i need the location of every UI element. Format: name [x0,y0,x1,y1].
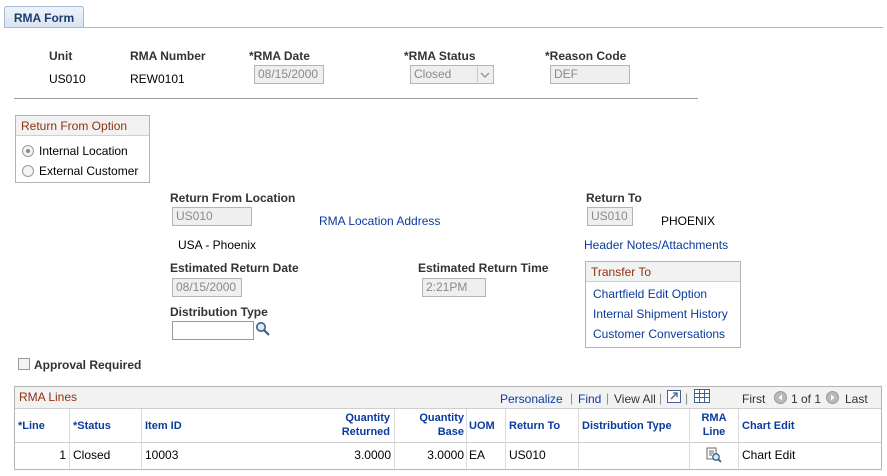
est-return-date-field[interactable]: 08/15/2000 [172,278,242,297]
return-to-label: Return To [586,191,642,205]
internal-shipment-history-link[interactable]: Internal Shipment History [593,307,728,321]
first-label[interactable]: First [742,392,765,406]
customer-conversations-link[interactable]: Customer Conversations [593,327,725,341]
chevron-down-icon [477,67,491,82]
internal-location-label: Internal Location [39,144,128,158]
cell-line: 1 [59,448,66,462]
last-label[interactable]: Last [845,392,868,406]
arrow-right-icon[interactable] [826,391,839,404]
col-rma-line-line1: RMA [701,412,727,424]
magnifier-icon[interactable] [255,321,271,337]
personalize-link[interactable]: Personalize [500,392,563,406]
return-from-option-title: Return From Option [16,116,149,136]
rma-lines-column-headers: *Line *Status Item ID Quantity Returned … [15,409,881,443]
cell-qty-base: 3.0000 [427,448,464,462]
est-return-time-field[interactable]: 2:21PM [422,278,486,297]
col-rma-line-line2: Line [702,426,726,438]
col-quantity-base-line2: Base [437,426,464,438]
rma-date-label: *RMA Date [249,49,310,63]
col-line[interactable]: *Line [18,419,45,433]
col-quantity-returned[interactable]: Quantity Returned [335,411,390,439]
arrow-left-icon[interactable] [774,391,787,404]
rma-number-label: RMA Number [130,49,206,63]
est-return-time-label: Estimated Return Time [418,261,549,275]
column-divider [69,409,70,469]
distribution-type-input[interactable] [172,321,254,340]
tab-underline [4,27,883,28]
column-divider [578,409,579,469]
return-to-field[interactable]: US010 [587,207,633,226]
transfer-to-title: Transfer To [586,262,740,282]
tab-rma-form[interactable]: RMA Form [4,6,84,28]
col-return-to[interactable]: Return To [509,419,560,433]
cell-item-id: 10003 [145,448,179,462]
zoom-grid-icon[interactable] [667,390,681,403]
detail-magnifier-icon[interactable] [706,447,722,463]
unit-label: Unit [49,49,73,63]
col-quantity-returned-line1: Quantity [345,412,390,424]
col-rma-line[interactable]: RMA Line [699,411,729,439]
header-separator [14,98,698,99]
divider: | [606,391,610,405]
rma-lines-title: RMA Lines [19,390,78,404]
divider: | [659,391,663,405]
column-divider [466,409,467,469]
return-from-option-group: Return From Option Internal Location Ext… [15,115,150,183]
find-link[interactable]: Find [578,392,601,406]
chart-edit-link[interactable]: Chart Edit [742,448,795,462]
return-to-desc: PHOENIX [661,214,716,228]
col-quantity-base[interactable]: Quantity Base [408,411,464,439]
spreadsheet-icon[interactable] [694,389,710,403]
chartfield-edit-option-link[interactable]: Chartfield Edit Option [593,287,707,301]
header-notes-link[interactable]: Header Notes/Attachments [584,238,728,252]
approval-required-checkbox[interactable] [18,358,30,370]
column-divider [689,409,690,469]
return-from-location-field[interactable]: US010 [172,207,252,226]
column-divider [505,409,506,469]
rma-number-value: REW0101 [130,72,185,86]
distribution-type-label: Distribution Type [170,305,268,319]
cell-status: Closed [73,448,111,462]
divider: | [685,391,689,405]
reason-code-field[interactable]: DEF [550,65,630,84]
rma-status-select[interactable]: Closed [410,65,494,84]
transfer-to-group: Transfer To Chartfield Edit Option Inter… [585,261,741,348]
rma-status-label: *RMA Status [404,49,476,63]
rma-lines-grid: RMA Lines Personalize | Find | View All … [14,386,882,470]
col-chart-edit[interactable]: Chart Edit [742,419,795,433]
reason-code-label: *Reason Code [545,49,627,63]
rma-status-value: Closed [414,67,452,81]
external-customer-label: External Customer [39,164,139,178]
approval-required-label: Approval Required [34,358,142,372]
cell-qty-returned: 3.0000 [354,448,391,462]
external-customer-radio[interactable] [22,165,34,177]
rma-lines-header: RMA Lines Personalize | Find | View All … [15,387,881,409]
column-divider [394,409,395,469]
return-from-location-label: Return From Location [170,191,296,205]
col-quantity-returned-line2: Returned [341,426,390,438]
unit-value: US010 [49,72,86,86]
column-divider [738,409,739,469]
rma-location-address-link[interactable]: RMA Location Address [319,214,440,228]
col-quantity-base-line1: Quantity [419,412,464,424]
cell-return-to: US010 [509,448,546,462]
est-return-date-label: Estimated Return Date [170,261,299,275]
range-label: 1 of 1 [791,392,822,406]
rma-date-field[interactable]: 08/15/2000 [254,65,324,84]
view-all-link[interactable]: View All [614,392,656,406]
col-status[interactable]: *Status [73,419,111,433]
col-item-id[interactable]: Item ID [145,419,182,433]
return-from-desc: USA - Phoenix [178,238,257,252]
col-distribution-type[interactable]: Distribution Type [582,419,672,433]
internal-location-radio[interactable] [22,145,34,157]
col-uom[interactable]: UOM [469,419,495,433]
cell-uom: EA [469,448,486,462]
column-divider [141,409,142,469]
divider: | [570,391,574,405]
